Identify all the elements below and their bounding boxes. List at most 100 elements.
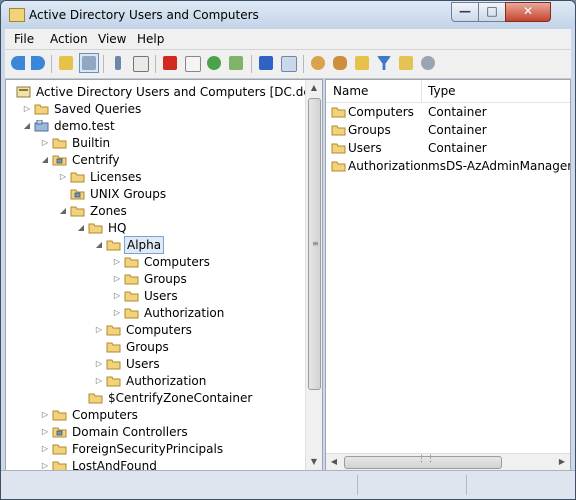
tree-node[interactable]: ▷ Authorization	[6, 305, 304, 321]
folder-icon	[331, 124, 346, 136]
scroll-up-icon[interactable]: ▲	[306, 80, 322, 96]
column-header-name[interactable]: Name	[333, 84, 368, 98]
tree-node[interactable]: UNIX Groups	[6, 186, 304, 202]
menu-file[interactable]: File	[14, 32, 34, 46]
tree-node[interactable]: ▷ Users	[6, 356, 304, 372]
list-item[interactable]: Computers Container	[326, 104, 566, 121]
tree-node[interactable]: ▷ Authorization	[6, 373, 304, 389]
tree-node[interactable]: ▷ Computers	[6, 322, 304, 338]
new-ou-icon[interactable]	[353, 54, 371, 72]
new-group-icon[interactable]	[331, 54, 349, 72]
minimize-button[interactable]: —	[451, 2, 479, 22]
scroll-right-icon[interactable]: ▶	[554, 454, 570, 470]
tree-node-label: HQ	[108, 221, 127, 235]
tree-node-label: Domain Controllers	[72, 425, 188, 439]
tree-node[interactable]: ◢ HQ	[6, 220, 304, 236]
tree-node[interactable]: ◢ Centrify	[6, 152, 304, 168]
properties-icon[interactable]	[183, 54, 201, 72]
column-divider[interactable]	[421, 80, 422, 102]
collapse-arrow-icon[interactable]: ◢	[22, 118, 32, 134]
expand-arrow-icon[interactable]: ▷	[112, 288, 122, 304]
collapse-arrow-icon[interactable]: ◢	[40, 152, 50, 168]
help-icon[interactable]	[257, 54, 275, 72]
scroll-down-icon[interactable]: ▼	[306, 454, 322, 470]
ou-icon	[70, 188, 85, 200]
tree-node[interactable]: ◢ Zones	[6, 203, 304, 219]
list-item-type: Container	[428, 123, 487, 137]
filter-icon[interactable]	[375, 54, 393, 72]
expand-arrow-icon[interactable]: ▷	[58, 169, 68, 185]
folder-icon	[331, 106, 346, 118]
tree-node[interactable]: ▷ Saved Queries	[6, 101, 304, 117]
title-bar[interactable]: Active Directory Users and Computers — □…	[1, 1, 575, 29]
show-console-tree-icon[interactable]	[79, 53, 99, 73]
minimize-icon: —	[459, 4, 471, 18]
list-item-name: Authorization	[348, 159, 429, 173]
tree-node[interactable]: ▷ Builtin	[6, 135, 304, 151]
column-header-type[interactable]: Type	[428, 84, 456, 98]
tree-node-label: Groups	[126, 340, 169, 354]
menu-view[interactable]: View	[98, 32, 126, 46]
expand-arrow-icon[interactable]: ▷	[94, 322, 104, 338]
folder-icon	[34, 103, 49, 115]
tree-node[interactable]: ▷ Licenses	[6, 169, 304, 185]
expand-arrow-icon[interactable]: ▷	[94, 373, 104, 389]
tree-node-label: Licenses	[90, 170, 142, 184]
tree-node[interactable]: ◢ Alpha	[6, 236, 304, 254]
scrollbar-thumb[interactable]: ≡	[308, 98, 321, 390]
export-list-icon[interactable]	[227, 54, 245, 72]
collapse-arrow-icon[interactable]: ◢	[94, 237, 104, 253]
folder-icon	[106, 324, 121, 336]
close-button[interactable]: ✕	[505, 2, 551, 22]
tree-node[interactable]: ▷ Domain Controllers	[6, 424, 304, 440]
menu-action[interactable]: Action	[50, 32, 88, 46]
cut-icon[interactable]	[109, 54, 127, 72]
copy-icon[interactable]	[131, 54, 149, 72]
delete-icon[interactable]	[161, 54, 179, 72]
expand-arrow-icon[interactable]: ▷	[40, 441, 50, 457]
refresh-icon[interactable]	[205, 54, 223, 72]
show-pane-icon[interactable]	[279, 54, 297, 72]
toolbar	[5, 50, 571, 79]
new-user-icon[interactable]	[309, 54, 327, 72]
tree-node[interactable]: Active Directory Users and Computers [DC…	[6, 84, 322, 100]
details-pane[interactable]: Name Type Computers Container Groups Contai…	[325, 79, 571, 471]
tree-node[interactable]: ◢ demo.test	[6, 118, 304, 134]
tree-vertical-scrollbar[interactable]: ▲ ≡ ▼	[305, 80, 322, 470]
scroll-left-icon[interactable]: ◀	[326, 454, 342, 470]
menu-help[interactable]: Help	[137, 32, 164, 46]
folder-icon	[331, 160, 346, 172]
collapse-arrow-icon[interactable]: ◢	[76, 220, 86, 236]
up-folder-icon[interactable]	[57, 54, 75, 72]
list-item[interactable]: Authorization msDS-AzAdminManager	[326, 158, 570, 175]
list-item[interactable]: Users Container	[326, 140, 566, 157]
tree-node[interactable]: ▷ Groups	[6, 271, 304, 287]
expand-arrow-icon[interactable]: ▷	[112, 271, 122, 287]
list-item[interactable]: Groups Container	[326, 122, 566, 139]
console-tree[interactable]: Active Directory Users and Computers [DC…	[5, 79, 323, 471]
find-icon[interactable]	[397, 54, 415, 72]
forward-icon[interactable]	[29, 54, 47, 72]
scrollbar-thumb[interactable]: ⋮⋮	[344, 454, 502, 469]
tree-node[interactable]: ▷ Computers	[6, 254, 304, 270]
expand-arrow-icon[interactable]: ▷	[112, 305, 122, 321]
maximize-button[interactable]: □	[478, 2, 506, 22]
tree-node[interactable]: ▷ Computers	[6, 407, 304, 423]
expand-arrow-icon[interactable]: ▷	[22, 101, 32, 117]
expand-arrow-icon[interactable]: ▷	[112, 254, 122, 270]
add-to-group-icon[interactable]	[419, 54, 437, 72]
aduc-app-icon	[9, 8, 25, 22]
expand-arrow-icon[interactable]: ▷	[40, 407, 50, 423]
expand-arrow-icon[interactable]: ▷	[40, 135, 50, 151]
folder-icon	[52, 443, 67, 455]
tree-node[interactable]: ▷ ForeignSecurityPrincipals	[6, 441, 304, 457]
tree-node[interactable]: ▷ Users	[6, 288, 304, 304]
toolbar-separator	[303, 55, 304, 73]
tree-node[interactable]: Groups	[6, 339, 304, 355]
expand-arrow-icon[interactable]: ▷	[94, 356, 104, 372]
details-horizontal-scrollbar[interactable]: ◀ ⋮⋮ ▶	[326, 453, 570, 470]
expand-arrow-icon[interactable]: ▷	[40, 424, 50, 440]
tree-node[interactable]: $CentrifyZoneContainer	[6, 390, 304, 406]
back-icon[interactable]	[9, 54, 27, 72]
collapse-arrow-icon[interactable]: ◢	[58, 203, 68, 219]
